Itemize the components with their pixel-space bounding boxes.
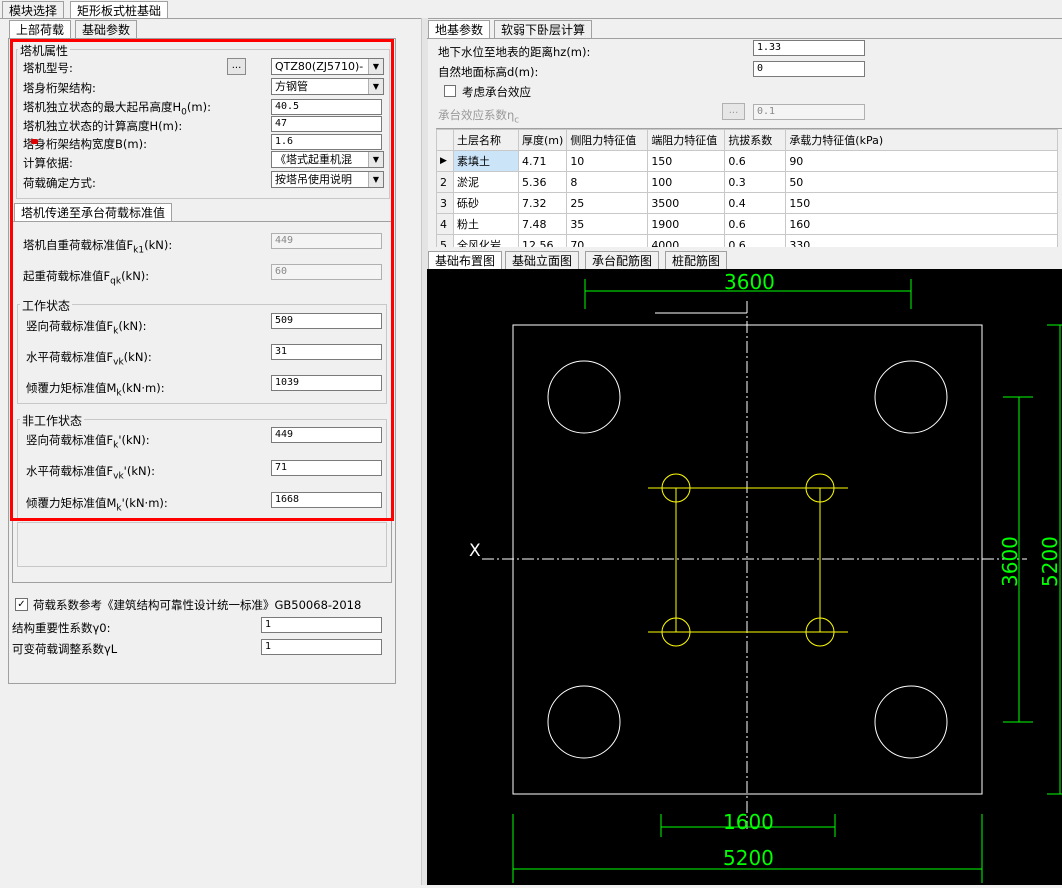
table-row[interactable]: 4 粉土 7.48 35 1900 0.6 160 <box>436 213 1059 235</box>
table-cell[interactable]: 70 <box>566 234 649 247</box>
dim-bottom-outer-label: 5200 <box>723 846 774 870</box>
table-cell[interactable]: 35 <box>566 213 649 235</box>
importance-label: 结构重要性系数γ0: <box>12 621 111 635</box>
table-cell[interactable]: 50 <box>785 171 1059 193</box>
cap-coef-input[interactable]: 0.1 <box>753 104 865 120</box>
table-cell[interactable]: 0.4 <box>724 192 787 214</box>
tab-divider <box>0 18 1062 19</box>
table-cell[interactable]: 全风化岩 <box>453 234 519 247</box>
table-cell[interactable]: 素填土 <box>453 150 519 172</box>
cap-coef-label: 承台效应系数ηc <box>438 107 519 125</box>
table-header[interactable]: 侧阻力特征值 <box>566 129 649 151</box>
row-number: 3 <box>436 192 454 214</box>
table-cell[interactable]: 3500 <box>647 192 726 214</box>
table-row[interactable]: 5 全风化岩 12.56 70 4000 0.6 330 <box>436 234 1059 247</box>
water-level-label: 地下水位至地表的距离hz(m): <box>438 45 591 59</box>
tab-module-select[interactable]: 模块选择 <box>2 1 65 19</box>
tab-rect-pile-foundation[interactable]: 矩形板式桩基础 <box>70 1 169 19</box>
load-factor-label: 荷载系数参考《建筑结构可靠性设计统一标准》GB50068-2018 <box>33 598 362 612</box>
dim-right-inner-label: 3600 <box>998 536 1022 587</box>
table-cell[interactable]: 330 <box>785 234 1059 247</box>
row-number: 2 <box>436 171 454 193</box>
tab-pile-rebar-drawing[interactable]: 桩配筋图 <box>665 251 728 269</box>
pile-circle <box>547 685 621 759</box>
empty-area <box>17 522 387 567</box>
table-cell[interactable]: 100 <box>647 171 726 193</box>
table-cell[interactable]: 150 <box>647 150 726 172</box>
variable-label: 可变荷载调整系数γL <box>12 642 118 656</box>
table-cell[interactable]: 150 <box>785 192 1059 214</box>
table-cell[interactable]: 160 <box>785 213 1059 235</box>
dim-top-label: 3600 <box>724 270 775 294</box>
cap-effect-label: 考虑承台效应 <box>462 85 531 99</box>
foundation-layout-canvas[interactable]: X 3600 3600 5200 1600 5200 <box>427 269 1062 885</box>
table-header[interactable]: 厚度(m) <box>517 129 568 151</box>
tab-cap-rebar-drawing[interactable]: 承台配筋图 <box>585 251 660 269</box>
table-header[interactable]: 抗拔系数 <box>724 129 787 151</box>
table-row[interactable]: 3 砾砂 7.32 25 3500 0.4 150 <box>436 192 1059 214</box>
pile-circle <box>547 360 621 434</box>
table-cell[interactable]: 粉土 <box>453 213 519 235</box>
soil-table-container: 土层名称 厚度(m) 侧阻力特征值 端阻力特征值 抗拔系数 承载力特征值(kPa… <box>436 128 1062 247</box>
pile-circle <box>874 685 948 759</box>
load-factor-checkbox[interactable]: ✓ <box>15 598 28 611</box>
water-level-input[interactable]: 1.33 <box>753 40 865 56</box>
cap-coef-sub: c <box>514 115 520 126</box>
importance-input[interactable]: 1 <box>261 617 382 633</box>
table-cell[interactable]: 4000 <box>647 234 726 247</box>
table-cell[interactable]: 1900 <box>647 213 726 235</box>
table-cell[interactable]: 7.48 <box>517 213 568 235</box>
tab-foundation-params[interactable]: 基础参数 <box>75 20 138 38</box>
variable-input[interactable]: 1 <box>261 639 382 655</box>
table-header[interactable]: 土层名称 <box>453 129 519 151</box>
table-cell[interactable]: 0.3 <box>724 171 787 193</box>
table-cell[interactable]: 90 <box>785 150 1059 172</box>
table-cell[interactable]: 25 <box>566 192 649 214</box>
table-cell[interactable]: 0.6 <box>724 234 787 247</box>
table-cell[interactable]: 12.56 <box>517 234 568 247</box>
table-header[interactable]: 承载力特征值(kPa) <box>785 129 1059 151</box>
table-cell[interactable]: 10 <box>566 150 649 172</box>
ground-level-label: 自然地面标高d(m): <box>438 65 539 79</box>
dim-bottom-inner-label: 1600 <box>723 810 774 834</box>
cap-coef-label-text: 承台效应系数η <box>438 108 515 122</box>
row-number: 5 <box>436 234 454 247</box>
row-pointer-icon: ▶ <box>436 150 454 172</box>
table-header[interactable]: 端阻力特征值 <box>647 129 726 151</box>
tab-weak-layer[interactable]: 软弱下卧层计算 <box>494 20 593 38</box>
table-cell[interactable]: 砾砂 <box>453 192 519 214</box>
table-cell[interactable]: 0.6 <box>724 150 787 172</box>
table-row[interactable]: ▶ 素填土 4.71 10 150 0.6 90 <box>436 150 1059 172</box>
foundation-layout-svg: X 3600 3600 5200 1600 5200 <box>469 270 1062 883</box>
tower-footprint <box>648 473 848 647</box>
dimension-lines <box>512 279 1062 883</box>
cap-effect-checkbox[interactable] <box>444 85 456 97</box>
tab-soil-params[interactable]: 地基参数 <box>428 20 491 38</box>
table-row[interactable]: 2 淤泥 5.36 8 100 0.3 50 <box>436 171 1059 193</box>
table-corner <box>436 129 454 151</box>
row-number: 4 <box>436 213 454 235</box>
table-cell[interactable]: 7.32 <box>517 192 568 214</box>
cap-coef-button[interactable]: ... <box>722 103 745 120</box>
pile-circle <box>874 360 948 434</box>
soil-table: 土层名称 厚度(m) 侧阻力特征值 端阻力特征值 抗拔系数 承载力特征值(kPa… <box>436 129 1059 247</box>
table-cell[interactable]: 0.6 <box>724 213 787 235</box>
tab-upper-load[interactable]: 上部荷载 <box>9 20 72 38</box>
red-highlight-box <box>10 39 394 521</box>
table-header-row: 土层名称 厚度(m) 侧阻力特征值 端阻力特征值 抗拔系数 承载力特征值(kPa… <box>436 129 1059 151</box>
table-cell[interactable]: 4.71 <box>517 150 568 172</box>
tab-layout-drawing[interactable]: 基础布置图 <box>428 251 503 269</box>
table-cell[interactable]: 8 <box>566 171 649 193</box>
table-cell[interactable]: 淤泥 <box>453 171 519 193</box>
dim-right-outer-label: 5200 <box>1038 536 1062 587</box>
right-tab-divider <box>427 38 1062 39</box>
axis-x-label: X <box>469 541 481 561</box>
ground-level-input[interactable]: 0 <box>753 61 865 77</box>
dimension-labels: 3600 3600 5200 1600 5200 <box>723 270 1062 870</box>
table-cell[interactable]: 5.36 <box>517 171 568 193</box>
tab-elevation-drawing[interactable]: 基础立面图 <box>505 251 580 269</box>
